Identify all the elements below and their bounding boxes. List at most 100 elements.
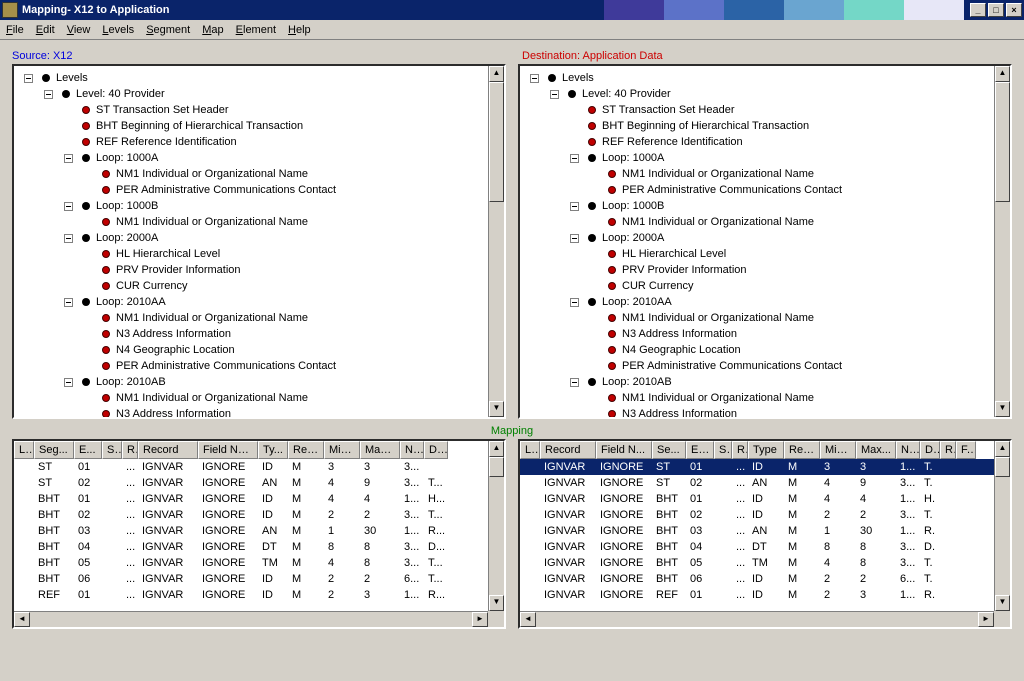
scroll-up-icon[interactable]: ▲	[995, 66, 1010, 82]
column-header[interactable]: Ty...	[258, 441, 288, 459]
table-row[interactable]: IGNVARIGNOREST02...ANM493...T.	[520, 475, 1010, 491]
tree-node[interactable]: Loop: 1000A	[524, 150, 1010, 166]
column-header[interactable]: N..	[400, 441, 424, 459]
tree-node[interactable]: N4 Geographic Location	[18, 342, 504, 358]
collapse-icon[interactable]	[64, 378, 73, 387]
collapse-icon[interactable]	[24, 74, 33, 83]
tree-node[interactable]: N3 Address Information	[524, 326, 1010, 342]
tree-node[interactable]: Loop: 2010AA	[524, 294, 1010, 310]
tree-node[interactable]: Level: 40 Provider	[18, 86, 504, 102]
source-tree-vscroll[interactable]: ▲ ▼	[488, 66, 504, 417]
tree-node[interactable]: BHT Beginning of Hierarchical Transactio…	[18, 118, 504, 134]
tree-node[interactable]: PER Administrative Communications Contac…	[18, 182, 504, 198]
tree-node[interactable]: Loop: 2000A	[18, 230, 504, 246]
menu-element[interactable]: Element	[236, 24, 276, 36]
scroll-thumb[interactable]	[489, 82, 504, 202]
tree-node[interactable]: N4 Geographic Location	[524, 342, 1010, 358]
source-tree[interactable]: LevelsLevel: 40 ProviderST Transaction S…	[12, 64, 506, 419]
tree-node[interactable]: Levels	[18, 70, 504, 86]
column-header[interactable]: Type	[748, 441, 784, 459]
tree-node[interactable]: ST Transaction Set Header	[18, 102, 504, 118]
scroll-up-icon[interactable]: ▲	[489, 66, 504, 82]
collapse-icon[interactable]	[64, 154, 73, 163]
collapse-icon[interactable]	[570, 378, 579, 387]
tree-node[interactable]: N3 Address Information	[18, 326, 504, 342]
column-header[interactable]: F..	[956, 441, 976, 459]
column-header[interactable]: D..	[424, 441, 448, 459]
menubar[interactable]: FileEditViewLevelsSegmentMapElementHelp	[0, 20, 1024, 40]
table-row[interactable]: REF01...IGNVARIGNOREIDM231...R...	[14, 587, 504, 603]
menu-segment[interactable]: Segment	[146, 24, 190, 36]
tree-node[interactable]: NM1 Individual or Organizational Name	[18, 166, 504, 182]
minimize-button[interactable]: _	[970, 3, 986, 17]
column-header[interactable]: Field Na...	[198, 441, 258, 459]
tree-node[interactable]: BHT Beginning of Hierarchical Transactio…	[524, 118, 1010, 134]
destination-tree[interactable]: LevelsLevel: 40 ProviderST Transaction S…	[518, 64, 1012, 419]
column-header[interactable]: S..	[714, 441, 732, 459]
scroll-thumb[interactable]	[995, 82, 1010, 202]
column-header[interactable]: Field N...	[596, 441, 652, 459]
table-row[interactable]: BHT02...IGNVARIGNOREIDM223...T...	[14, 507, 504, 523]
scroll-left-icon[interactable]: ◄	[520, 612, 536, 627]
tree-node[interactable]: NM1 Individual or Organizational Name	[18, 214, 504, 230]
table-hscroll[interactable]: ◄ ►	[14, 611, 488, 627]
column-header[interactable]: Maxi...	[360, 441, 400, 459]
dest-tree-vscroll[interactable]: ▲ ▼	[994, 66, 1010, 417]
column-header[interactable]: Record	[138, 441, 198, 459]
scroll-thumb[interactable]	[995, 457, 1010, 477]
column-header[interactable]: N..	[896, 441, 920, 459]
tree-node[interactable]: CUR Currency	[524, 278, 1010, 294]
menu-levels[interactable]: Levels	[102, 24, 134, 36]
column-header[interactable]: Max...	[856, 441, 896, 459]
tree-node[interactable]: CUR Currency	[18, 278, 504, 294]
table-vscroll[interactable]: ▲ ▼	[488, 441, 504, 611]
table-row[interactable]: IGNVARIGNOREBHT04...DTM883...D.	[520, 539, 1010, 555]
table-row[interactable]: ST01...IGNVARIGNOREIDM333...	[14, 459, 504, 475]
table-row[interactable]: BHT04...IGNVARIGNOREDTM883...D...	[14, 539, 504, 555]
scroll-up-icon[interactable]: ▲	[489, 441, 504, 457]
collapse-icon[interactable]	[530, 74, 539, 83]
tree-node[interactable]: NM1 Individual or Organizational Name	[524, 390, 1010, 406]
tree-node[interactable]: HL Hierarchical Level	[524, 246, 1010, 262]
column-header[interactable]: Mini...	[324, 441, 360, 459]
tree-node[interactable]: HL Hierarchical Level	[18, 246, 504, 262]
collapse-icon[interactable]	[64, 298, 73, 307]
column-header[interactable]: Se...	[652, 441, 686, 459]
table-row[interactable]: BHT03...IGNVARIGNOREANM1301...R...	[14, 523, 504, 539]
tree-node[interactable]: NM1 Individual or Organizational Name	[524, 166, 1010, 182]
tree-node[interactable]: PRV Provider Information	[18, 262, 504, 278]
table-row[interactable]: BHT06...IGNVARIGNOREIDM226...T...	[14, 571, 504, 587]
table-row[interactable]: IGNVARIGNOREBHT06...IDM226...T.	[520, 571, 1010, 587]
tree-node[interactable]: Loop: 1000B	[524, 198, 1010, 214]
menu-edit[interactable]: Edit	[36, 24, 55, 36]
column-header[interactable]: E...	[74, 441, 102, 459]
table-row[interactable]: IGNVARIGNOREBHT03...ANM1301...R.	[520, 523, 1010, 539]
collapse-icon[interactable]	[570, 154, 579, 163]
menu-file[interactable]: File	[6, 24, 24, 36]
maximize-button[interactable]: □	[988, 3, 1004, 17]
tree-node[interactable]: N3 Address Information	[18, 406, 504, 419]
source-mapping-table[interactable]: L..Seg...E...S..RRecordField Na...Ty...R…	[12, 439, 506, 629]
scroll-right-icon[interactable]: ►	[472, 612, 488, 627]
scroll-thumb[interactable]	[489, 457, 504, 477]
scroll-down-icon[interactable]: ▼	[995, 595, 1010, 611]
collapse-icon[interactable]	[570, 234, 579, 243]
column-header[interactable]: R	[122, 441, 138, 459]
collapse-icon[interactable]	[64, 202, 73, 211]
column-header[interactable]: Req...	[784, 441, 820, 459]
table-row[interactable]: IGNVARIGNOREBHT05...TMM483...T.	[520, 555, 1010, 571]
tree-node[interactable]: NM1 Individual or Organizational Name	[524, 214, 1010, 230]
scroll-down-icon[interactable]: ▼	[489, 401, 504, 417]
column-header[interactable]: D.	[920, 441, 940, 459]
column-header[interactable]: El...	[686, 441, 714, 459]
column-header[interactable]: L..	[14, 441, 34, 459]
tree-node[interactable]: PER Administrative Communications Contac…	[524, 358, 1010, 374]
column-header[interactable]: R	[940, 441, 956, 459]
tree-node[interactable]: N3 Address Information	[524, 406, 1010, 419]
table-row[interactable]: IGNVARIGNOREBHT01...IDM441...H.	[520, 491, 1010, 507]
tree-node[interactable]: REF Reference Identification	[18, 134, 504, 150]
menu-map[interactable]: Map	[202, 24, 223, 36]
table-row[interactable]: BHT01...IGNVARIGNOREIDM441...H...	[14, 491, 504, 507]
column-header[interactable]: Seg...	[34, 441, 74, 459]
dest-mapping-table[interactable]: L..RecordField N...Se...El...S..RTypeReq…	[518, 439, 1012, 629]
